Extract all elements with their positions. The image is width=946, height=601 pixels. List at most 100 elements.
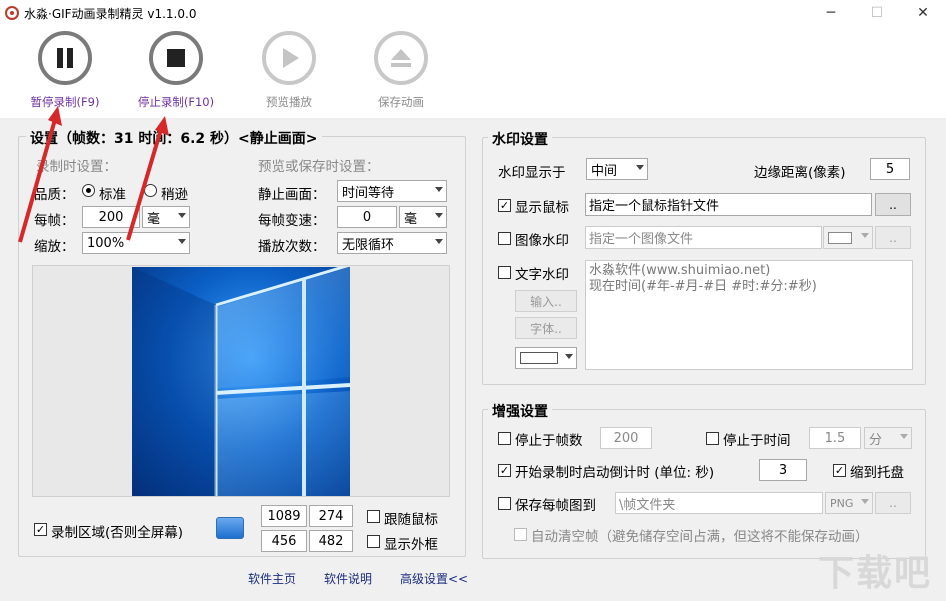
stop-time-checkbox[interactable] bbox=[706, 432, 719, 445]
frame-speed-input[interactable]: 0 bbox=[337, 206, 397, 228]
color-swatch bbox=[520, 352, 558, 364]
play-icon bbox=[275, 44, 303, 72]
frame-speed-unit-select[interactable]: 毫 bbox=[399, 206, 447, 228]
loop-count-label: 播放次数： bbox=[258, 235, 326, 255]
text-watermark-content[interactable]: 水淼软件(www.shuimiao.net) 现在时间(#年-#月-#日 #时:… bbox=[585, 260, 913, 370]
frame-format-select[interactable]: PNG bbox=[825, 492, 873, 514]
quality-standard-label[interactable]: 标准 bbox=[99, 183, 126, 203]
stop-time-label[interactable]: 停止于时间 bbox=[723, 429, 791, 449]
image-browse-button[interactable]: .. bbox=[875, 226, 911, 249]
input-text-button[interactable]: 输入.. bbox=[515, 290, 577, 312]
close-button[interactable]: ✕ bbox=[900, 0, 946, 26]
image-file-input[interactable]: 指定一个图像文件 bbox=[585, 226, 822, 249]
text-color-select[interactable] bbox=[515, 347, 577, 369]
text-watermark-checkbox[interactable] bbox=[498, 266, 511, 279]
stop-frame-checkbox[interactable] bbox=[498, 432, 511, 445]
site-watermark-logo: 下载吧 bbox=[818, 544, 932, 596]
save-animation-button[interactable] bbox=[374, 31, 428, 85]
per-frame-unit-select[interactable]: 毫 bbox=[142, 206, 190, 228]
quality-label: 品质： bbox=[34, 183, 75, 203]
show-cursor-label[interactable]: 显示鼠标 bbox=[515, 196, 569, 216]
frames-folder-browse-button[interactable]: .. bbox=[875, 492, 911, 514]
follow-mouse-label[interactable]: 跟随鼠标 bbox=[384, 508, 438, 528]
image-watermark-checkbox[interactable] bbox=[498, 232, 511, 245]
auto-clear-checkbox[interactable] bbox=[514, 528, 527, 541]
cursor-browse-button[interactable]: .. bbox=[875, 193, 911, 216]
save-frames-checkbox[interactable] bbox=[498, 497, 511, 510]
watermark-position-select[interactable]: 中间 bbox=[586, 158, 648, 180]
pause-record-label[interactable]: 暂停录制(F9) bbox=[10, 94, 120, 110]
edge-margin-label: 边缘距离(像素) bbox=[754, 161, 846, 181]
loop-count-value: 无限循环 bbox=[342, 234, 394, 253]
countdown-checkbox[interactable]: ✓ bbox=[498, 464, 511, 477]
record-area-label[interactable]: 录制区域(否则全屏幕) bbox=[51, 521, 183, 541]
area-x-input[interactable]: 1089 bbox=[261, 505, 307, 527]
quality-lower-label[interactable]: 稍逊 bbox=[161, 183, 188, 203]
auto-clear-label[interactable]: 自动清空帧（避免储存空间占满，但这将不能保存动画） bbox=[531, 525, 869, 545]
preview-play-label[interactable]: 预览播放 bbox=[234, 94, 344, 110]
loop-count-select[interactable]: 无限循环 bbox=[337, 232, 447, 254]
pause-icon bbox=[51, 44, 79, 72]
chevron-down-icon bbox=[435, 187, 443, 192]
select-area-button[interactable] bbox=[216, 517, 244, 539]
chevron-down-icon bbox=[565, 354, 573, 359]
enhance-title: 增强设置 bbox=[488, 401, 552, 421]
chevron-down-icon bbox=[178, 239, 186, 244]
show-frame-label[interactable]: 显示外框 bbox=[384, 533, 438, 553]
show-frame-checkbox[interactable] bbox=[367, 535, 380, 548]
scale-label: 缩放： bbox=[34, 235, 75, 255]
text-watermark-label[interactable]: 文字水印 bbox=[515, 263, 569, 283]
stop-time-unit-select[interactable]: 分 bbox=[864, 427, 912, 449]
pause-record-button[interactable] bbox=[38, 31, 92, 85]
scale-select[interactable]: 100% bbox=[82, 232, 190, 254]
minimize-button[interactable]: ─ bbox=[808, 0, 854, 26]
eject-icon bbox=[387, 44, 415, 72]
windows-wallpaper-image bbox=[132, 267, 350, 496]
quality-lower-radio[interactable] bbox=[144, 184, 157, 197]
scale-value: 100% bbox=[87, 236, 124, 251]
stop-time-unit-value: 分 bbox=[869, 429, 882, 448]
toolbar: 暂停录制(F9) 停止录制(F10) 预览播放 保存动画 bbox=[0, 26, 946, 118]
minimize-to-tray-checkbox[interactable]: ✓ bbox=[833, 464, 846, 477]
stop-record-button[interactable] bbox=[149, 31, 203, 85]
still-frame-value: 时间等待 bbox=[342, 182, 394, 201]
save-animation-label[interactable]: 保存动画 bbox=[346, 94, 456, 110]
quality-standard-radio[interactable] bbox=[82, 184, 95, 197]
frame-format-value: PNG bbox=[830, 497, 853, 510]
font-button[interactable]: 字体.. bbox=[515, 317, 577, 339]
record-settings-header: 录制时设置： bbox=[36, 155, 117, 175]
frame-speed-label: 每帧变速： bbox=[258, 209, 326, 229]
cursor-file-input[interactable]: 指定一个鼠标指针文件 bbox=[585, 193, 872, 216]
stop-frame-label[interactable]: 停止于帧数 bbox=[515, 429, 583, 449]
software-help-link[interactable]: 软件说明 bbox=[324, 570, 372, 587]
area-y-input[interactable]: 274 bbox=[309, 505, 353, 527]
chevron-down-icon bbox=[861, 233, 869, 238]
frames-folder-input[interactable]: \帧文件夹 bbox=[615, 492, 823, 514]
stop-frame-input[interactable]: 200 bbox=[600, 427, 652, 449]
title-bar: 水淼·GIF动画录制精灵 v1.1.0.0 ─ ☐ ✕ bbox=[0, 0, 946, 26]
stop-record-label[interactable]: 停止录制(F10) bbox=[121, 94, 231, 110]
maximize-button[interactable]: ☐ bbox=[854, 0, 900, 26]
edge-margin-input[interactable]: 5 bbox=[870, 158, 910, 180]
image-color-select[interactable] bbox=[823, 226, 873, 249]
still-frame-label: 静止画面： bbox=[258, 183, 326, 203]
area-width-input[interactable]: 456 bbox=[261, 530, 307, 552]
preview-settings-header: 预览或保存时设置： bbox=[258, 155, 380, 175]
still-frame-select[interactable]: 时间等待 bbox=[337, 180, 447, 202]
software-home-link[interactable]: 软件主页 bbox=[248, 570, 296, 587]
stop-time-input[interactable]: 1.5 bbox=[809, 427, 861, 449]
countdown-label[interactable]: 开始录制时启动倒计时 (单位: 秒) bbox=[515, 461, 714, 481]
per-frame-unit-value: 毫 bbox=[147, 208, 160, 227]
image-watermark-label[interactable]: 图像水印 bbox=[515, 229, 569, 249]
minimize-to-tray-label[interactable]: 缩到托盘 bbox=[850, 461, 904, 481]
chevron-down-icon bbox=[178, 213, 186, 218]
countdown-input[interactable]: 3 bbox=[759, 459, 807, 481]
save-frames-label[interactable]: 保存每帧图到 bbox=[515, 494, 596, 514]
per-frame-input[interactable]: 200 bbox=[82, 206, 140, 228]
preview-play-button[interactable] bbox=[262, 31, 316, 85]
follow-mouse-checkbox[interactable] bbox=[367, 510, 380, 523]
advanced-settings-link[interactable]: 高级设置<< bbox=[400, 570, 468, 587]
show-cursor-checkbox[interactable]: ✓ bbox=[498, 199, 511, 212]
area-height-input[interactable]: 482 bbox=[309, 530, 353, 552]
record-area-checkbox[interactable]: ✓ bbox=[34, 523, 47, 536]
